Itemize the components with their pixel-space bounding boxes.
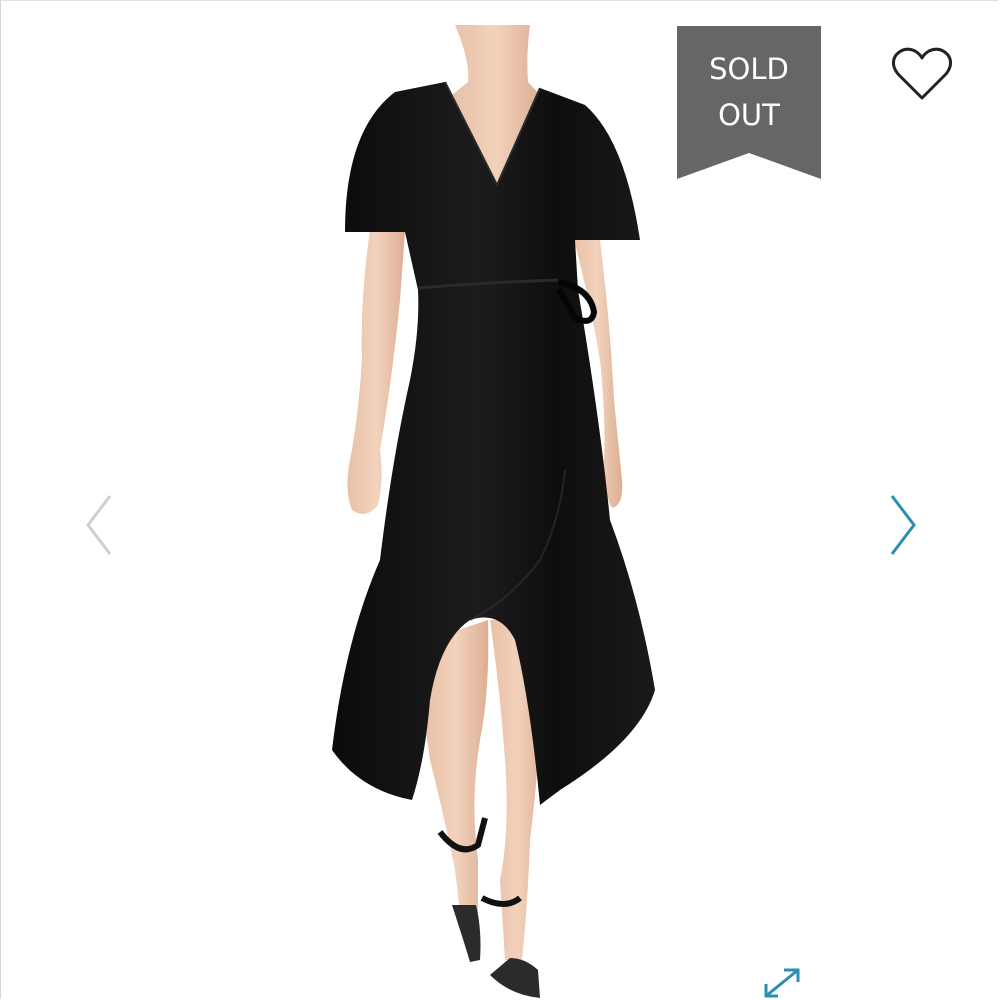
chevron-right-icon[interactable] — [884, 490, 920, 560]
sold-out-line1: SOLD — [709, 52, 789, 86]
product-photo[interactable] — [0, 0, 1000, 1000]
heart-icon[interactable] — [890, 44, 954, 104]
sold-out-line2: OUT — [718, 98, 780, 132]
chevron-left-icon[interactable] — [80, 490, 116, 560]
expand-icon[interactable] — [760, 966, 804, 1000]
